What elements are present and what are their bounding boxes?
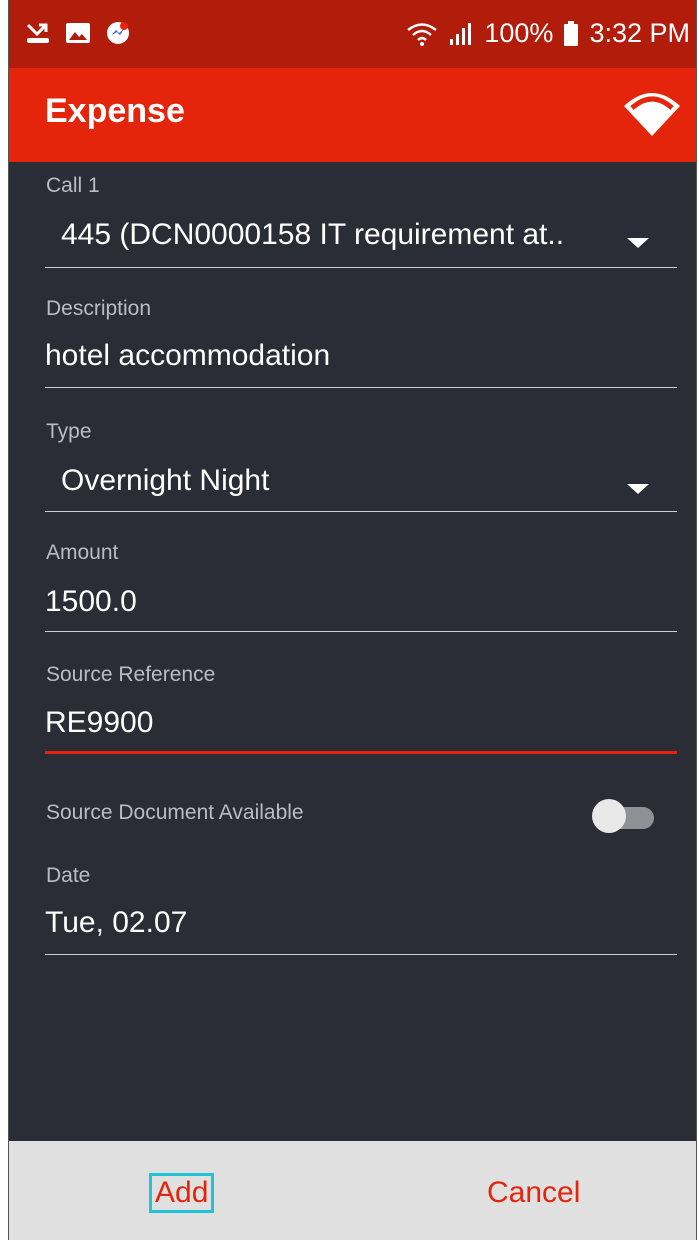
cancel-button[interactable]: Cancel	[485, 1177, 582, 1209]
source-reference-input[interactable]: RE9900	[45, 706, 153, 740]
action-bar: Add Cancel	[9, 1141, 696, 1240]
missed-call-icon	[26, 23, 49, 43]
source-document-label: Source Document Available	[46, 801, 304, 824]
clock: 3:32 PM	[589, 18, 690, 48]
description-label: Description	[46, 297, 152, 320]
description-underline	[45, 387, 677, 388]
status-bar: 100% 3:32 PM	[9, 0, 696, 68]
date-input[interactable]: Tue, 02.07	[45, 906, 187, 940]
wifi-logo-icon	[624, 93, 680, 136]
battery-percent: 100%	[484, 18, 554, 48]
app-bar: Expense	[9, 68, 696, 162]
date-underline	[45, 954, 677, 955]
wifi-icon	[407, 22, 438, 46]
battery-icon	[564, 20, 579, 46]
type-label: Type	[46, 420, 92, 443]
amount-label: Amount	[46, 541, 119, 564]
messenger-icon	[107, 22, 129, 44]
image-icon	[66, 23, 90, 43]
call-select-value[interactable]: 445 (DCN0000158 IT requirement at..	[61, 218, 564, 252]
amount-underline	[45, 631, 677, 632]
call-label: Call 1	[46, 174, 100, 197]
type-underline	[45, 511, 677, 512]
call-underline	[45, 267, 677, 268]
type-select-value[interactable]: Overnight Night	[61, 464, 269, 498]
amount-input[interactable]: 1500.0	[45, 585, 137, 619]
description-input[interactable]: hotel accommodation	[45, 339, 330, 373]
system-status: 100% 3:32 PM	[406, 18, 690, 49]
source-document-toggle[interactable]	[592, 799, 656, 833]
chevron-down-icon[interactable]	[627, 238, 649, 248]
source-reference-underline	[45, 751, 677, 754]
toggle-thumb	[592, 799, 626, 833]
signal-icon	[450, 22, 472, 45]
source-reference-label: Source Reference	[46, 663, 216, 686]
date-label: Date	[46, 864, 91, 887]
phone-screen: 100% 3:32 PM Expense Call 1 445 (DCN0000…	[8, 0, 697, 1240]
page-title: Expense	[45, 92, 185, 130]
notification-icons	[25, 20, 131, 46]
add-button[interactable]: Add	[148, 1173, 215, 1213]
chevron-down-icon[interactable]	[627, 484, 649, 494]
